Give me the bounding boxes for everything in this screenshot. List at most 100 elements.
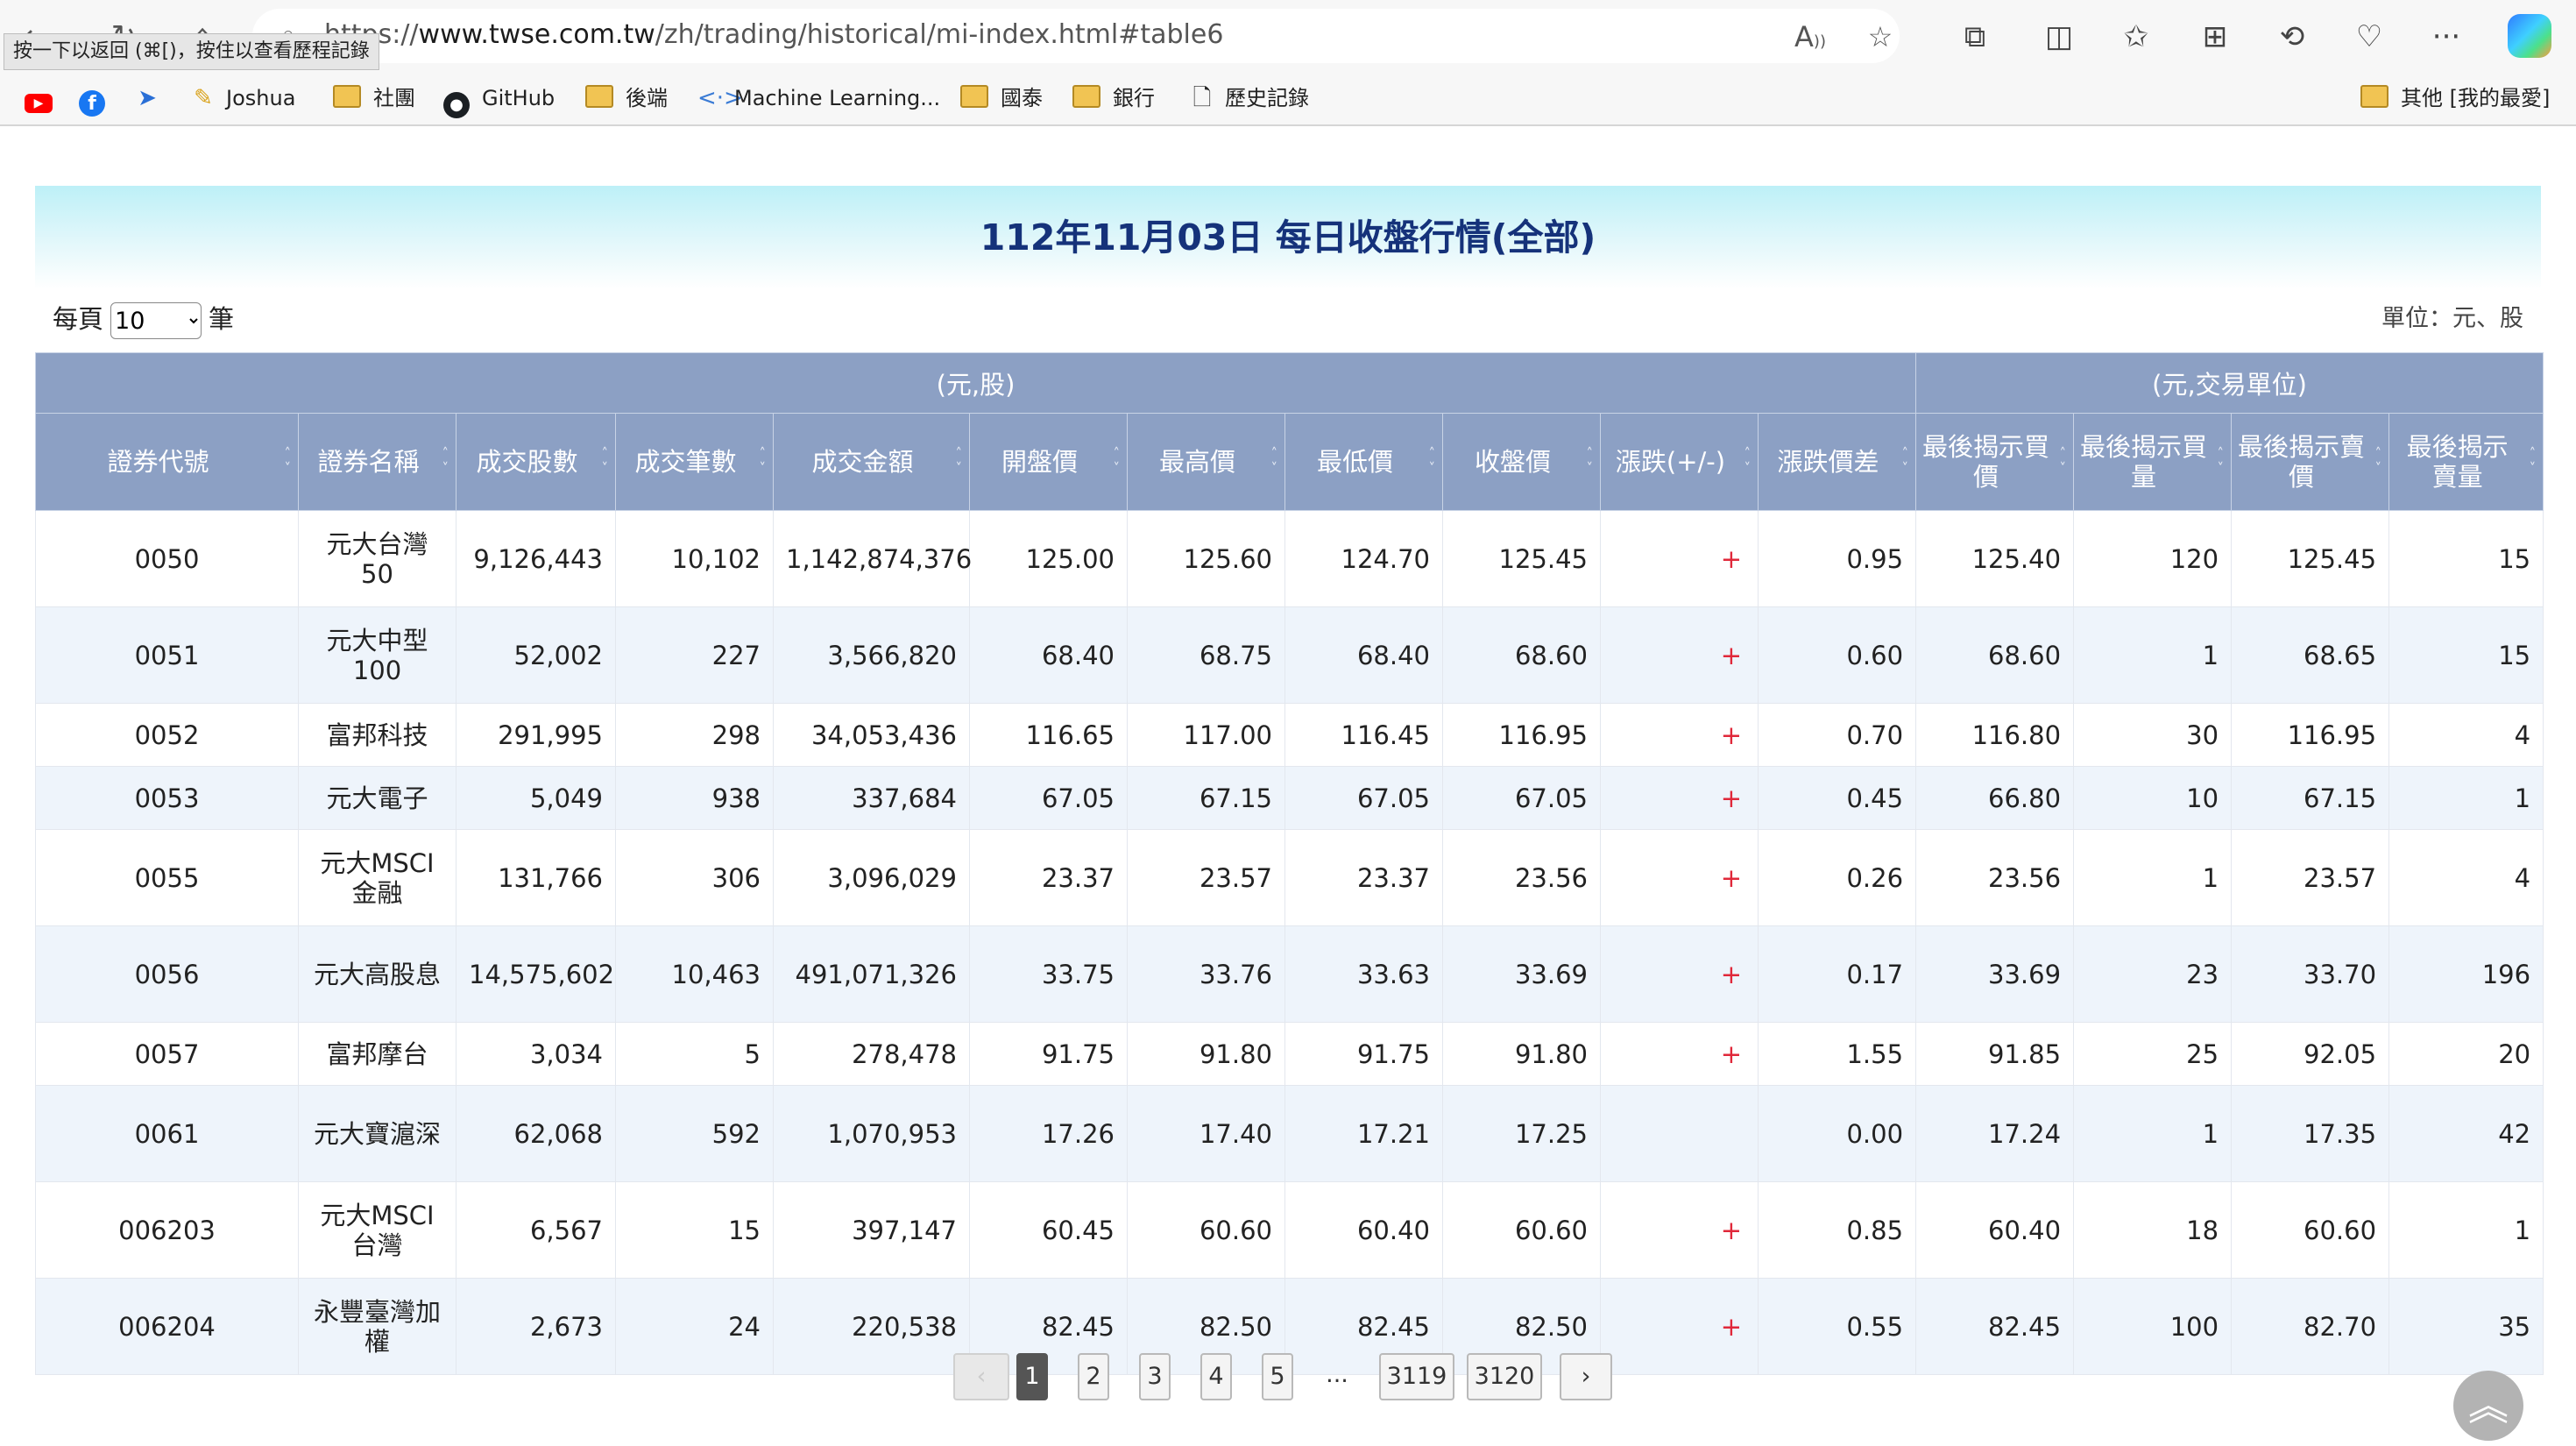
table-cell: 23.37: [969, 829, 1128, 926]
table-cell: 5,049: [456, 766, 616, 830]
sort-arrows-icon[interactable]: ˄ ˅: [285, 446, 292, 476]
table-cell: 68.75: [1127, 606, 1285, 704]
page-title: 112年11月03日 每日收盤行情(全部): [980, 216, 1596, 259]
page-button-1[interactable]: 1: [1016, 1353, 1048, 1400]
column-header[interactable]: 最低價 ˄ ˅: [1284, 413, 1443, 511]
table-cell: 68.40: [969, 606, 1128, 704]
table-cell: 15: [615, 1181, 774, 1279]
sort-arrows-icon[interactable]: ˄ ˅: [956, 446, 963, 476]
bookmark-folder-bank[interactable]: 銀行: [1072, 82, 1155, 114]
next-page-button[interactable]: ›: [1560, 1353, 1612, 1400]
copilot-icon[interactable]: [2508, 14, 2551, 58]
table-cell: 278,478: [773, 1022, 970, 1086]
bookmark-history[interactable]: 🗋︎ 歷史記錄: [1188, 82, 1309, 114]
table-cell: 491,071,326: [773, 925, 970, 1023]
sort-arrows-icon[interactable]: ˄ ˅: [1271, 446, 1278, 476]
bookmark-folder-club[interactable]: 社團: [333, 82, 415, 114]
more-menu-icon[interactable]: ···: [2425, 16, 2467, 58]
sort-arrows-icon[interactable]: ˄ ˅: [760, 446, 767, 476]
sort-arrows-icon[interactable]: ˄ ˅: [2375, 446, 2382, 476]
favorite-star-icon[interactable]: ☆: [1861, 18, 1900, 56]
bookmark-facebook[interactable]: f: [79, 82, 105, 117]
split-screen-icon[interactable]: ◫: [2038, 16, 2080, 58]
security-code-cell: 0055: [35, 829, 299, 926]
sort-arrows-icon[interactable]: ˄ ˅: [2530, 446, 2537, 476]
table-cell: 91.75: [1284, 1022, 1443, 1086]
column-header[interactable]: 最後揭示買價 ˄ ˅: [1915, 413, 2075, 511]
column-header[interactable]: 最後揭示賣量 ˄ ˅: [2388, 413, 2544, 511]
bookmark-other-favorites[interactable]: 其他 [我的最愛]: [2360, 82, 2550, 114]
column-header[interactable]: 證券代號 ˄ ˅: [35, 413, 299, 511]
page-button-4[interactable]: 4: [1200, 1353, 1232, 1400]
prev-page-button[interactable]: ‹: [953, 1353, 1009, 1400]
favorites-icon[interactable]: ✩: [2115, 16, 2157, 58]
history-icon[interactable]: ⟲: [2271, 16, 2313, 58]
column-header[interactable]: 最後揭示買量 ˄ ˅: [2073, 413, 2233, 511]
table-cell: 68.65: [2231, 606, 2390, 704]
sort-arrows-icon[interactable]: ˄ ˅: [1744, 446, 1752, 476]
column-header[interactable]: 最後揭示賣價 ˄ ˅: [2231, 413, 2390, 511]
column-header[interactable]: 收盤價 ˄ ˅: [1442, 413, 1601, 511]
page-button-2[interactable]: 2: [1078, 1353, 1109, 1400]
table-cell: 92.05: [2231, 1022, 2390, 1086]
column-header[interactable]: 漲跌(+/-) ˄ ˅: [1600, 413, 1759, 511]
table-cell: 17.24: [1915, 1085, 2075, 1182]
double-chevron-up-icon: ︽: [2468, 1382, 2509, 1429]
column-header[interactable]: 成交股數 ˄ ˅: [456, 413, 616, 511]
per-page-select[interactable]: 10: [110, 302, 202, 339]
url-text[interactable]: https://www.twse.com.tw/zh/trading/histo…: [324, 14, 1223, 56]
column-header[interactable]: 漲跌價差 ˄ ˅: [1757, 413, 1917, 511]
page-button-5[interactable]: 5: [1262, 1353, 1293, 1400]
security-name-cell: 元大電子: [298, 766, 456, 830]
table-cell: 0.26: [1757, 829, 1917, 926]
sort-arrows-icon[interactable]: ˄ ˅: [2218, 446, 2225, 476]
pencil-icon: ✎: [194, 85, 213, 111]
sort-arrows-icon[interactable]: ˄ ˅: [1587, 446, 1594, 476]
page-button-3[interactable]: 3: [1139, 1353, 1171, 1400]
column-header[interactable]: 成交筆數 ˄ ˅: [615, 413, 774, 511]
table-cell: 60.60: [1442, 1181, 1601, 1279]
bookmark-machine-learning[interactable]: <·>Machine Learning...: [697, 82, 940, 114]
column-header[interactable]: 成交金額 ˄ ˅: [773, 413, 970, 511]
pagination-ellipsis: ...: [1326, 1361, 1348, 1388]
page-button-3119[interactable]: 3119: [1379, 1353, 1454, 1400]
table-cell: 291,995: [456, 703, 616, 767]
bookmark-folder-backend[interactable]: 後端: [585, 82, 668, 114]
bookmark-github[interactable]: ● GitHub: [443, 82, 555, 118]
security-code-cell: 0056: [35, 925, 299, 1023]
column-header[interactable]: 最高價 ˄ ˅: [1127, 413, 1285, 511]
change-sign-cell: +: [1600, 829, 1759, 926]
table-cell: 52,002: [456, 606, 616, 704]
read-aloud-icon[interactable]: A)): [1791, 18, 1829, 56]
sort-arrows-icon[interactable]: ˄ ˅: [2060, 446, 2067, 476]
table-cell: 3,034: [456, 1022, 616, 1086]
table-cell: 30: [2073, 703, 2233, 767]
bookmark-folder-cathay[interactable]: 國泰: [960, 82, 1043, 114]
table-cell: 1: [2073, 829, 2233, 926]
bookmark-send[interactable]: ➤: [133, 82, 170, 114]
sort-arrows-icon[interactable]: ˄ ˅: [1114, 446, 1121, 476]
sort-arrows-icon[interactable]: ˄ ˅: [442, 446, 449, 476]
sort-arrows-icon[interactable]: ˄ ˅: [1902, 446, 1909, 476]
change-sign-cell: +: [1600, 1181, 1759, 1279]
bookmark-youtube[interactable]: ▶: [25, 82, 53, 114]
table-cell: 10: [2073, 766, 2233, 830]
scroll-to-top-button[interactable]: ︽: [2453, 1371, 2523, 1441]
sort-arrows-icon[interactable]: ˄ ˅: [1429, 446, 1436, 476]
column-header[interactable]: 開盤價 ˄ ˅: [969, 413, 1128, 511]
column-header[interactable]: 證券名稱 ˄ ˅: [298, 413, 456, 511]
table-cell: 125.00: [969, 510, 1128, 607]
change-sign-cell: +: [1600, 1022, 1759, 1086]
table-cell: 67.05: [1442, 766, 1601, 830]
health-icon[interactable]: ♡: [2348, 16, 2390, 58]
extensions-icon[interactable]: ⧉: [1954, 16, 1996, 58]
table-cell: 5: [615, 1022, 774, 1086]
bookmark-joshua[interactable]: ✎ Joshua: [189, 82, 295, 114]
page-button-3120[interactable]: 3120: [1467, 1353, 1542, 1400]
sort-arrows-icon[interactable]: ˄ ˅: [602, 446, 609, 476]
group-header-yuan-trading-unit: (元,交易單位): [1915, 352, 2544, 414]
table-cell: 91.80: [1442, 1022, 1601, 1086]
collections-icon[interactable]: ⊞: [2194, 16, 2236, 58]
table-cell: 60.60: [1127, 1181, 1285, 1279]
change-sign-cell: +: [1600, 510, 1759, 607]
